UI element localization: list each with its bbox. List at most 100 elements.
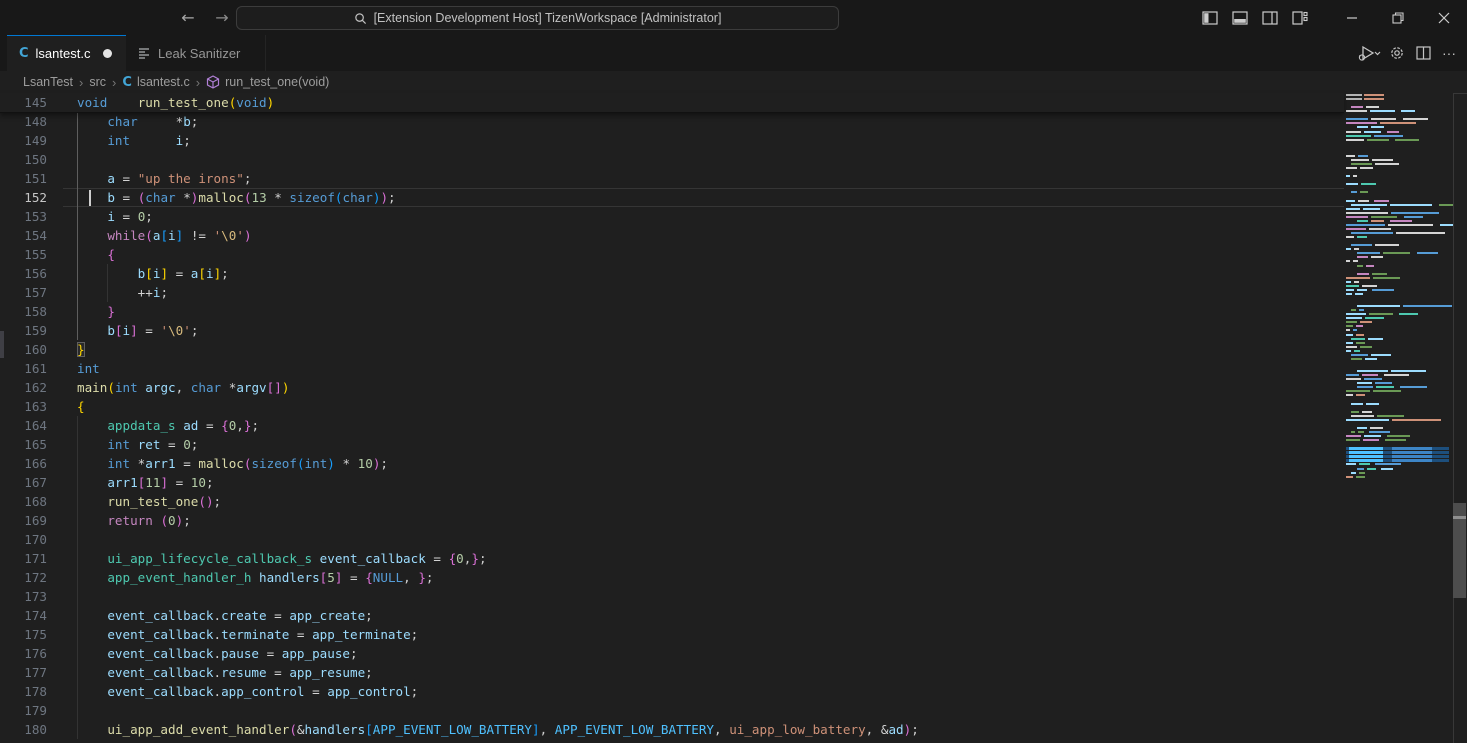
sticky-scroll-line[interactable]: 145void run_test_one(void)	[0, 93, 1344, 113]
line-number[interactable]: 172	[0, 568, 47, 587]
minimap-line	[1371, 220, 1384, 222]
code-line-165[interactable]: 165 int ret = 0;	[0, 435, 1344, 454]
minimap-line	[1400, 386, 1427, 388]
code-line-177[interactable]: 177 event_callback.resume = app_resume;	[0, 663, 1344, 682]
code-line-159[interactable]: 159 b[i] = '\0';	[0, 321, 1344, 340]
code-line-153[interactable]: 153 i = 0;	[0, 207, 1344, 226]
line-number[interactable]: 155	[0, 245, 47, 264]
line-number[interactable]: 167	[0, 473, 47, 492]
split-editor-button[interactable]	[1411, 41, 1435, 65]
code-line-169[interactable]: 169 return (0);	[0, 511, 1344, 530]
line-number[interactable]: 156	[0, 264, 47, 283]
code-line-178[interactable]: 178 event_callback.app_control = app_con…	[0, 682, 1344, 701]
line-number[interactable]: 153	[0, 207, 47, 226]
code-line-157[interactable]: 157 ++i;	[0, 283, 1344, 302]
line-number[interactable]: 145	[0, 93, 47, 112]
close-button[interactable]	[1421, 0, 1467, 35]
minimap-line	[1371, 126, 1384, 128]
breadcrumb-item-src[interactable]: src	[89, 75, 106, 89]
line-number[interactable]: 148	[0, 112, 47, 131]
code-line-167[interactable]: 167 arr1[11] = 10;	[0, 473, 1344, 492]
code-line-148[interactable]: 148 char *b;	[0, 112, 1344, 131]
nav-forward-button[interactable]: →	[210, 6, 234, 30]
code-line-155[interactable]: 155 {	[0, 245, 1344, 264]
minimize-button[interactable]	[1329, 0, 1375, 35]
line-number[interactable]: 161	[0, 359, 47, 378]
line-number[interactable]: 152	[0, 188, 47, 207]
line-number[interactable]: 177	[0, 663, 47, 682]
code-line-180[interactable]: 180 ui_app_add_event_handler(&handlers[A…	[0, 720, 1344, 739]
line-number[interactable]: 164	[0, 416, 47, 435]
code-line-162[interactable]: 162main(int argc, char *argv[])	[0, 378, 1344, 397]
code-editor[interactable]: 145void run_test_one(void) 148 char *b;1…	[0, 93, 1467, 743]
line-number[interactable]: 165	[0, 435, 47, 454]
tab-lsantest-c[interactable]: Clsantest.c	[7, 35, 126, 71]
minimap-line	[1346, 216, 1368, 218]
code-line-151[interactable]: 151 a = "up the irons";	[0, 169, 1344, 188]
line-number[interactable]: 175	[0, 625, 47, 644]
code-line-154[interactable]: 154 while(a[i] != '\0')	[0, 226, 1344, 245]
code-line-166[interactable]: 166 int *arr1 = malloc(sizeof(int) * 10)…	[0, 454, 1344, 473]
code-line-156[interactable]: 156 b[i] = a[i];	[0, 264, 1344, 283]
code-line-173[interactable]: 173	[0, 587, 1344, 606]
more-actions-button[interactable]: ···	[1437, 41, 1461, 65]
minimap-line	[1351, 159, 1369, 161]
code-line-171[interactable]: 171 ui_app_lifecycle_callback_s event_ca…	[0, 549, 1344, 568]
line-number[interactable]: 171	[0, 549, 47, 568]
breadcrumb-item-lsantest-c[interactable]: Clsantest.c	[122, 75, 189, 90]
code-line-158[interactable]: 158 }	[0, 302, 1344, 321]
line-number[interactable]: 151	[0, 169, 47, 188]
line-number[interactable]: 174	[0, 606, 47, 625]
code-line-174[interactable]: 174 event_callback.create = app_create;	[0, 606, 1344, 625]
line-number[interactable]: 157	[0, 283, 47, 302]
indent-guide	[77, 416, 78, 739]
line-number[interactable]: 166	[0, 454, 47, 473]
customize-layout-button[interactable]	[1285, 0, 1315, 35]
code-line-175[interactable]: 175 event_callback.terminate = app_termi…	[0, 625, 1344, 644]
line-number[interactable]: 180	[0, 720, 47, 739]
line-number[interactable]: 179	[0, 701, 47, 720]
restore-button[interactable]	[1375, 0, 1421, 35]
code-line-172[interactable]: 172 app_event_handler_h handlers[5] = {N…	[0, 568, 1344, 587]
line-number[interactable]: 176	[0, 644, 47, 663]
code-line-150[interactable]: 150	[0, 150, 1344, 169]
code-line-163[interactable]: 163{	[0, 397, 1344, 416]
command-center[interactable]: [Extension Development Host] TizenWorksp…	[236, 6, 839, 30]
line-number[interactable]: 160	[0, 340, 47, 359]
line-number[interactable]: 158	[0, 302, 47, 321]
vertical-scrollbar[interactable]	[1453, 93, 1467, 743]
line-number[interactable]: 159	[0, 321, 47, 340]
line-number[interactable]: 168	[0, 492, 47, 511]
minimap[interactable]	[1344, 93, 1453, 743]
line-number[interactable]: 178	[0, 682, 47, 701]
code-line-176[interactable]: 176 event_callback.pause = app_pause;	[0, 644, 1344, 663]
tab-leak-sanitizer[interactable]: Leak Sanitizer	[126, 35, 266, 71]
line-number[interactable]: 162	[0, 378, 47, 397]
toggle-secondary-sidebar-button[interactable]	[1255, 0, 1285, 35]
run-or-debug-button[interactable]	[1355, 41, 1383, 65]
breadcrumb-item-run-test-one-void-[interactable]: run_test_one(void)	[206, 75, 329, 89]
code-line-161[interactable]: 161int	[0, 359, 1344, 378]
code-line-149[interactable]: 149 int i;	[0, 131, 1344, 150]
toggle-primary-sidebar-button[interactable]	[1195, 0, 1225, 35]
code-line-152[interactable]: 152 b = (char *)malloc(13 * sizeof(char)…	[0, 188, 1344, 207]
line-number[interactable]: 170	[0, 530, 47, 549]
line-number[interactable]: 163	[0, 397, 47, 416]
code-text: int ret = 0;	[77, 435, 198, 454]
settings-gear-button[interactable]	[1385, 41, 1409, 65]
nav-back-button[interactable]: ←	[176, 6, 200, 30]
toggle-panel-button[interactable]	[1225, 0, 1255, 35]
minimap-line	[1359, 472, 1365, 474]
breadcrumb-item-lsantest[interactable]: LsanTest	[23, 75, 73, 89]
line-number[interactable]: 154	[0, 226, 47, 245]
line-number[interactable]: 150	[0, 150, 47, 169]
code-line-168[interactable]: 168 run_test_one();	[0, 492, 1344, 511]
code-line-170[interactable]: 170	[0, 530, 1344, 549]
line-number[interactable]: 149	[0, 131, 47, 150]
code-line-160[interactable]: 160}	[0, 340, 1344, 359]
code-line-164[interactable]: 164 appdata_s ad = {0,};	[0, 416, 1344, 435]
minimap-line	[1351, 472, 1356, 474]
line-number[interactable]: 169	[0, 511, 47, 530]
code-line-179[interactable]: 179	[0, 701, 1344, 720]
line-number[interactable]: 173	[0, 587, 47, 606]
